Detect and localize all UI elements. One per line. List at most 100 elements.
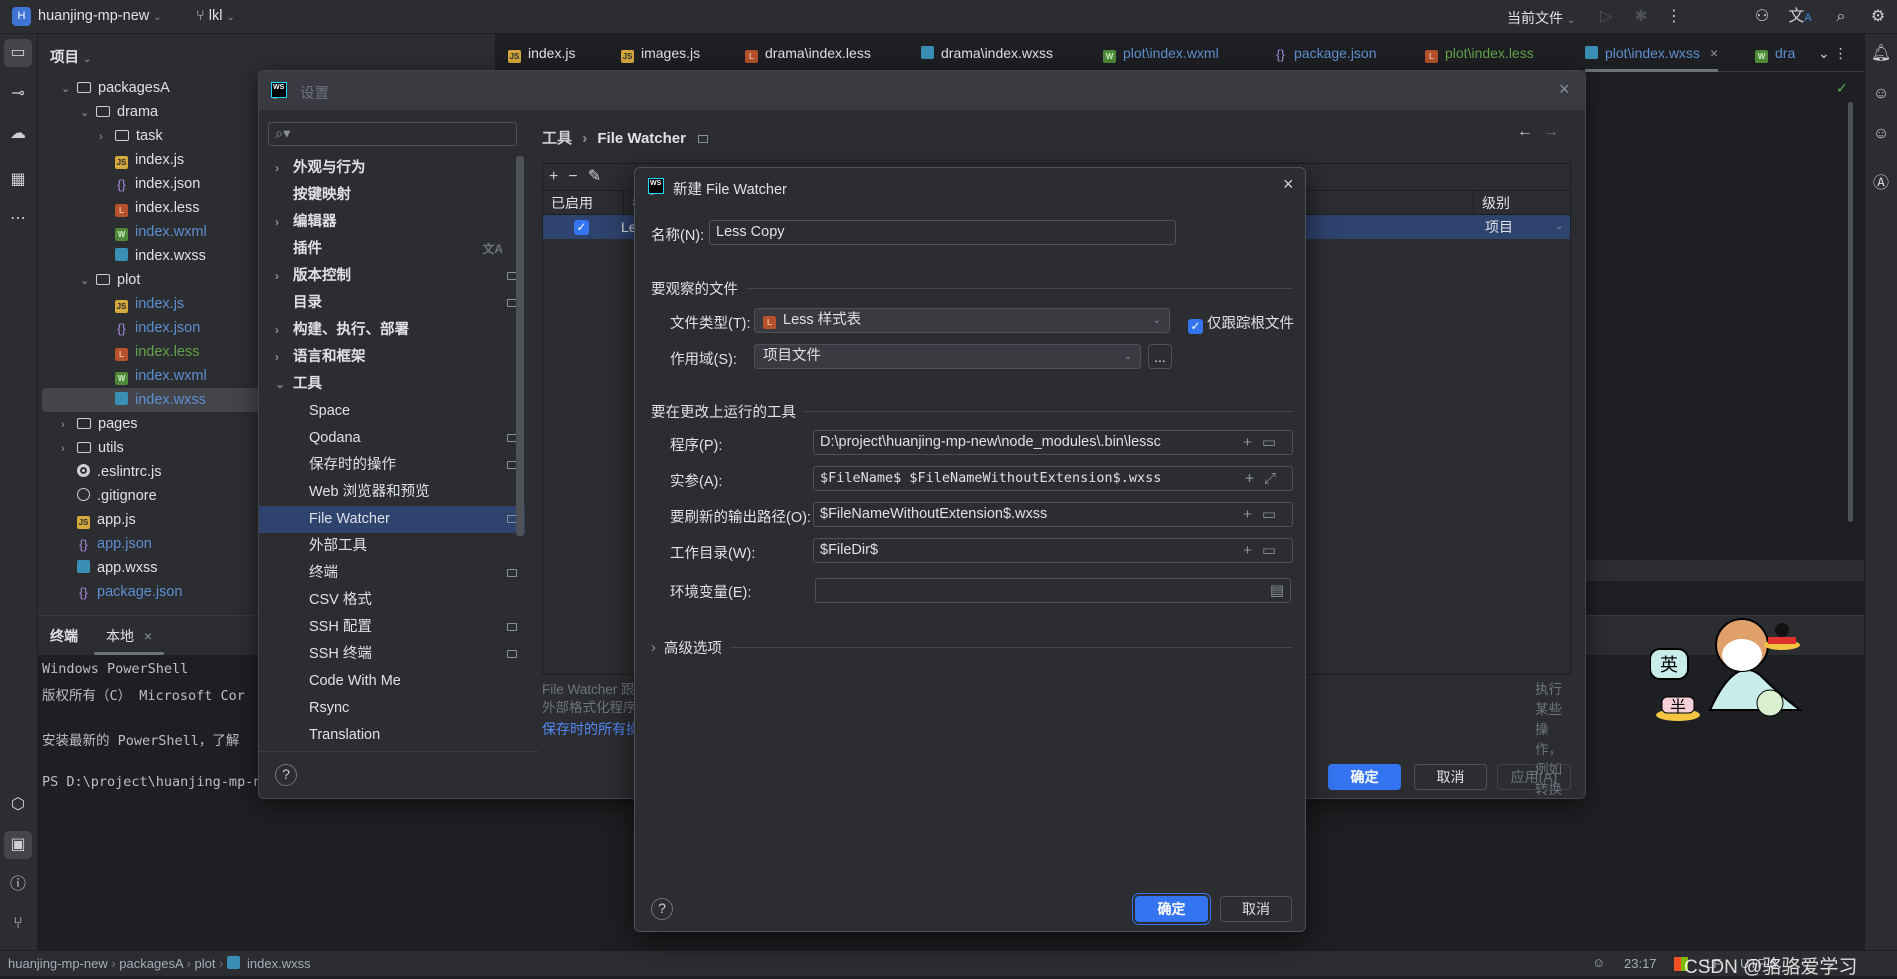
copilot-chat-icon[interactable]: ☺ — [1867, 120, 1895, 148]
enabled-checkbox[interactable]: ✓ — [574, 220, 589, 235]
chevron-right-icon[interactable]: › — [61, 413, 77, 437]
settings-title-bar[interactable]: WS _ 设置 × — [259, 71, 1585, 110]
cancel-button[interactable]: 取消 — [1220, 896, 1292, 922]
insert-macro-expand-icons[interactable]: +⤢ — [1245, 467, 1286, 490]
chevron-right-icon[interactable]: › — [275, 155, 279, 182]
settings-nav-item[interactable]: Space — [259, 398, 525, 425]
commit-icon[interactable]: ⊸ — [4, 80, 32, 108]
structure-icon[interactable]: ▦ — [4, 166, 32, 194]
settings-nav-item[interactable]: › 版本控制 — [259, 263, 525, 290]
settings-nav-item[interactable]: 按键映射 — [259, 182, 525, 209]
edit-env-icon[interactable]: ▤ — [1270, 579, 1284, 602]
problems-icon[interactable]: ⓘ — [4, 871, 32, 899]
program-input[interactable]: D:\project\huanjing-mp-new\node_modules\… — [813, 430, 1293, 455]
chevron-down-icon[interactable]: ⌄ — [80, 269, 96, 293]
column-enabled[interactable]: 已启用 — [551, 191, 593, 215]
run-config-selector[interactable]: 当前文件 ⌄ — [1507, 8, 1575, 28]
help-button[interactable]: ? — [651, 898, 673, 920]
editor-tab[interactable]: drama\index.wxss — [921, 34, 1053, 72]
close-icon[interactable]: × — [144, 628, 152, 644]
terminal-icon[interactable]: ▣ — [4, 831, 32, 859]
remove-icon[interactable]: − — [568, 168, 587, 185]
debug-icon[interactable]: ✱ — [1627, 3, 1655, 31]
save-actions-link[interactable]: 保存时的所有操 — [542, 719, 640, 739]
forward-icon[interactable]: → — [1543, 123, 1559, 141]
settings-nav-item[interactable]: Translation — [259, 722, 525, 749]
copilot-status-icon[interactable]: ☺ — [1592, 955, 1605, 970]
settings-nav-item[interactable]: 外部工具 — [259, 533, 525, 560]
settings-nav-item[interactable]: ⌄ 工具 — [259, 371, 525, 398]
settings-search-input[interactable]: ⌕▾ — [268, 122, 517, 146]
editor-tab[interactable]: JS images.js — [621, 34, 700, 72]
settings-nav-item[interactable]: › 编辑器 — [259, 209, 525, 236]
copilot-icon[interactable]: ☁ — [4, 120, 32, 148]
breadcrumb-item[interactable]: huanjing-mp-new — [8, 956, 108, 971]
run-icon[interactable]: ⬡ — [4, 791, 32, 819]
settings-nav-item[interactable]: Rsync — [259, 695, 525, 722]
editor-tab[interactable]: JS index.js — [508, 34, 575, 72]
env-vars-input[interactable]: ▤ — [815, 578, 1291, 603]
ok-button[interactable]: 确定 — [1328, 764, 1401, 790]
branch-selector[interactable]: ⑂ lkl ⌄ — [196, 8, 235, 24]
settings-nav-item[interactable]: Web 浏览器和预览 — [259, 479, 525, 506]
chevron-down-icon[interactable]: ⌄ — [1555, 215, 1563, 239]
project-selector[interactable]: huanjing-mp-new ⌄ — [38, 8, 162, 24]
insert-macro-browse-icons[interactable]: +▭ — [1243, 539, 1286, 562]
editor-tab[interactable]: {} package.json — [1274, 34, 1376, 72]
close-icon[interactable]: × — [1283, 174, 1294, 195]
edit-icon[interactable]: ✎ — [588, 168, 611, 185]
settings-nav-item[interactable]: Code With Me — [259, 668, 525, 695]
add-user-icon[interactable]: ⚇ — [1748, 3, 1776, 31]
insert-macro-browse-icons[interactable]: +▭ — [1243, 503, 1286, 526]
gear-icon[interactable]: ⚙ — [1864, 3, 1892, 31]
watcher-level[interactable]: 项目 — [1485, 215, 1513, 239]
editor-tab[interactable]: Ldrama\index.less — [745, 34, 871, 72]
track-root-checkbox[interactable]: ✓ 仅跟踪根文件 — [1188, 312, 1294, 334]
close-icon[interactable]: × — [1710, 45, 1718, 61]
file-type-select[interactable]: L Less 样式表 ⌄ — [754, 308, 1170, 333]
editor-scrollbar[interactable] — [1848, 102, 1853, 522]
chevron-right-icon[interactable]: › — [275, 263, 279, 290]
scope-more-button[interactable]: ... — [1148, 344, 1172, 369]
chevron-down-icon[interactable]: ⌄ — [61, 77, 77, 101]
git-icon[interactable]: ⑂ — [4, 910, 32, 938]
arguments-input[interactable]: $FileName$ $FileNameWithoutExtension$.wx… — [813, 466, 1293, 491]
tabs-dropdown-icon[interactable]: ⌄ ⋮ — [1818, 34, 1848, 72]
breadcrumb-item[interactable]: plot — [194, 956, 215, 971]
folder-icon[interactable]: ▭ — [4, 39, 32, 67]
editor-tab[interactable]: plot\index.wxss × — [1585, 34, 1719, 72]
editor-tab[interactable]: Wplot\index.wxml — [1103, 34, 1219, 72]
search-icon[interactable]: ⌕ — [1827, 3, 1855, 31]
insert-macro-browse-icons[interactable]: +▭ — [1243, 431, 1286, 454]
settings-nav-item[interactable]: › 构建、执行、部署 — [259, 317, 525, 344]
cancel-button[interactable]: 取消 — [1414, 764, 1487, 790]
breadcrumb-item[interactable]: index.wxss — [247, 956, 311, 971]
settings-nav-item[interactable]: Qodana — [259, 425, 525, 452]
advanced-options-toggle[interactable]: › 高级选项 — [651, 637, 1293, 658]
translate-icon[interactable]: 文A — [1786, 3, 1814, 31]
chevron-down-icon[interactable]: ⌄ — [80, 101, 96, 125]
settings-nav-item[interactable]: 保存时的操作 — [259, 452, 525, 479]
back-icon[interactable]: ← — [1517, 123, 1533, 141]
name-input[interactable]: Less Copy — [709, 220, 1176, 245]
chevron-right-icon[interactable]: › — [61, 437, 77, 461]
column-level[interactable]: 级别 — [1473, 191, 1510, 215]
settings-nav-item[interactable]: 目录 — [259, 290, 525, 317]
terminal-output[interactable]: Windows PowerShell 版权所有（C） Microsoft Cor 安… — [38, 655, 258, 945]
scope-select[interactable]: 项目文件 ⌄ — [754, 344, 1141, 369]
apply-button[interactable]: 应用(A) — [1497, 764, 1571, 790]
editor-tab[interactable]: Lplot\index.less — [1425, 34, 1534, 72]
chevron-right-icon[interactable]: › — [99, 125, 115, 149]
ok-button[interactable]: 确定 — [1135, 896, 1208, 922]
settings-nav-item[interactable]: File Watcher — [259, 506, 525, 533]
settings-nav-item[interactable]: › 外观与行为 — [259, 155, 525, 182]
breadcrumb-tools[interactable]: 工具 — [542, 130, 572, 147]
nav-scrollbar[interactable] — [516, 156, 524, 536]
notifications-icon[interactable]: 🔔︎ — [1867, 40, 1895, 68]
settings-nav-item[interactable]: SSH 配置 — [259, 614, 525, 641]
settings-nav-item[interactable]: SSH 终端 — [259, 641, 525, 668]
editor-tab[interactable]: Wdra — [1755, 34, 1795, 72]
chevron-right-icon[interactable]: › — [275, 344, 279, 371]
add-icon[interactable]: + — [549, 168, 568, 185]
chevron-right-icon[interactable]: › — [275, 317, 279, 344]
